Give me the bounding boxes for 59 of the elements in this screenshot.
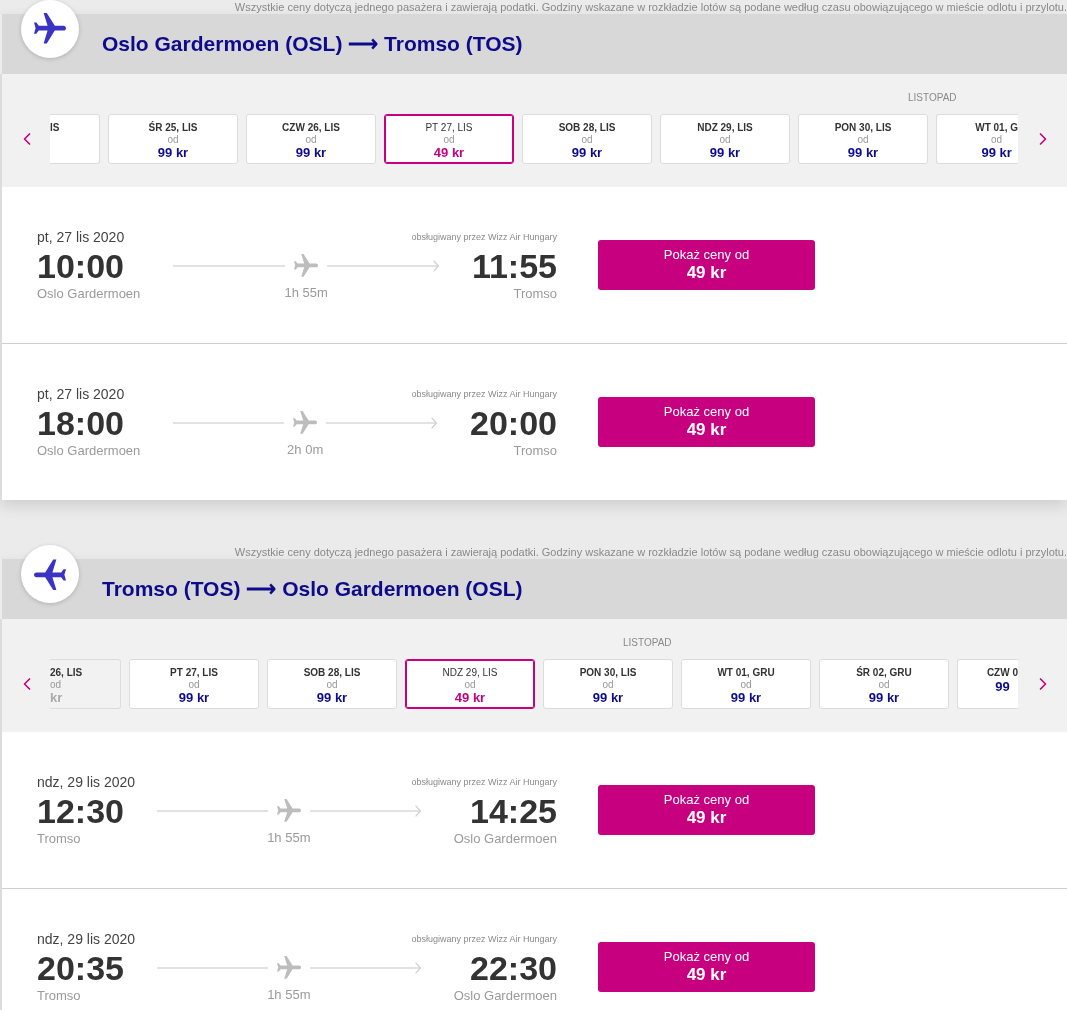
departure-airport: Tromso [37,830,81,847]
date-card[interactable]: WT 01, GRU od 99 kr [681,659,811,709]
departure-time: 10:00 [37,247,124,285]
departure-airport: Oslo Gardermoen [37,442,141,459]
date-card[interactable]: ŚR 25, LIS od 99 kr [108,114,238,164]
flight-duration: 2h 0m [287,442,324,458]
arrival-time: 14:25 [470,792,557,830]
arrival-airport: Tromso [513,442,557,459]
departure-time: 20:35 [37,949,124,987]
arrival-time: 20:00 [470,404,557,442]
operator-label: obsługiwany przez Wizz Air Hungary [411,933,557,945]
plane-icon [294,254,319,278]
route-title: Oslo Gardermoen (OSL) ⟶ Tromso (TOS) [102,32,523,56]
month-label: LISTOPAD [623,637,672,650]
price-note: Wszystkie ceny dotyczą jednego pasażera i zawierają podatki. Godziny wskazane w rozkładzie lotów są podane według czasu obowiązującego w mieście odlotu i przylotu. [234,545,1067,559]
date-card[interactable]: SOB 28, LIS od 99 kr [267,659,397,709]
show-prices-button[interactable]: Pokaż ceny od 49 kr [598,785,815,835]
date-card[interactable]: NDZ 29, LIS od 49 kr [405,659,535,709]
operator-label: obsługiwany przez Wizz Air Hungary [411,231,557,243]
date-card[interactable]: CZW 26, LIS od 99 kr [246,114,376,164]
arrival-time: 22:30 [470,949,557,987]
route-title: Tromso (TOS) ⟶ Oslo Gardermoen (OSL) [102,577,523,601]
airplane-logo-icon [21,545,79,603]
flight-duration: 1h 55m [267,987,311,1003]
arrival-airport: Oslo Gardermoen [453,830,557,847]
flight-date: pt, 27 lis 2020 [37,228,125,246]
operator-label: obsługiwany przez Wizz Air Hungary [411,776,557,788]
show-prices-button[interactable]: Pokaż ceny od 49 kr [598,240,815,290]
date-card[interactable]: WT 01, G od 99 kr [936,114,1018,164]
date-card[interactable]: CZW 0 99 [957,659,1018,709]
flight-duration: 1h 55m [284,285,328,301]
date-card[interactable]: PON 30, LIS od 99 kr [543,659,673,709]
flight-date: ndz, 29 lis 2020 [37,930,136,948]
operator-label: obsługiwany przez Wizz Air Hungary [411,388,557,400]
flight-date: ndz, 29 lis 2020 [37,773,136,791]
departure-airport: Tromso [37,987,81,1004]
date-card[interactable]: PT 27, LIS od 49 kr [384,114,514,164]
date-card[interactable]: PON 30, LIS od 99 kr [798,114,928,164]
airplane-logo-icon [21,0,79,58]
plane-icon [293,411,318,435]
show-prices-button[interactable]: Pokaż ceny od 49 kr [598,397,815,447]
departure-time: 12:30 [37,792,124,830]
show-prices-button[interactable]: Pokaż ceny od 49 kr [598,942,815,992]
departure-airport: Oslo Gardermoen [37,285,141,302]
arrival-time: 11:55 [471,247,557,285]
date-card[interactable]: NDZ 29, LIS od 99 kr [660,114,790,164]
price-note: Wszystkie ceny dotyczą jednego pasażera i zawierają podatki. Godziny wskazane w rozkładzie lotów są podane według czasu obowiązującego w mieście odlotu i przylotu. [234,0,1067,14]
departure-time: 18:00 [37,404,124,442]
plane-icon [276,956,301,980]
date-card[interactable]: PT 27, LIS od 99 kr [129,659,259,709]
arrival-airport: Tromso [513,285,557,302]
plane-icon [276,799,301,823]
date-card[interactable]: IS [50,114,100,164]
date-card[interactable]: ŚR 02, GRU od 99 kr [819,659,949,709]
month-label: LISTOPAD [908,92,957,105]
flight-date: pt, 27 lis 2020 [37,385,125,403]
arrival-airport: Oslo Gardermoen [453,987,557,1004]
flight-duration: 1h 55m [267,830,311,846]
date-card[interactable]: SOB 28, LIS od 99 kr [522,114,652,164]
